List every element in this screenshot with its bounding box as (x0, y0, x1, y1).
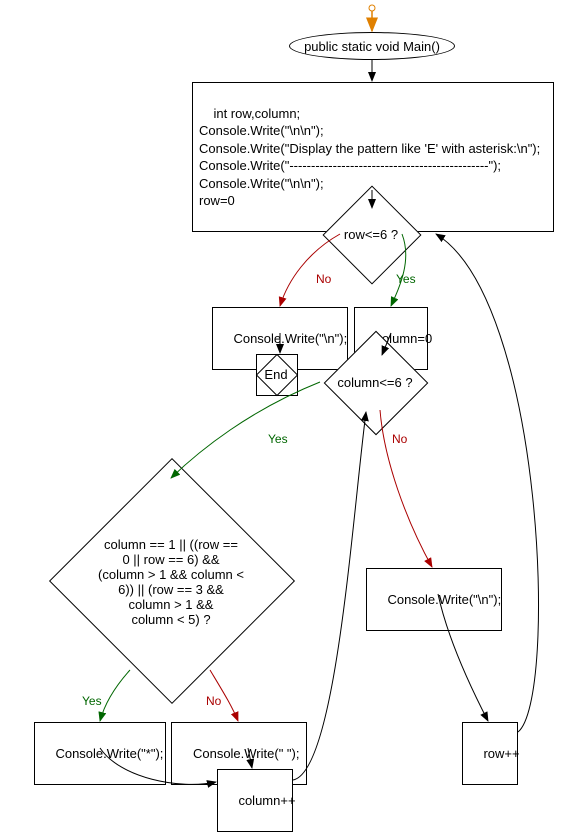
flow-start: public static void Main() (289, 32, 455, 60)
flow-col-inc: column++ (217, 769, 293, 832)
flow-row-newline-label: Console.Write("\n"); (387, 592, 501, 607)
flow-col-inc-label: column++ (238, 793, 295, 808)
flow-final-newline-label: Console.Write("\n"); (233, 331, 347, 346)
flow-end: End (256, 354, 296, 394)
edge-label-col-yes: Yes (268, 432, 288, 446)
flow-dec-row: row<=6 ? (306, 206, 436, 262)
flow-row-inc: row++ (462, 722, 518, 785)
flow-dec-cond: column == 1 || ((row == 0 || row == 6) &… (40, 474, 302, 690)
flow-end-label: End (264, 367, 287, 382)
flow-row-newline: Console.Write("\n"); (366, 568, 502, 631)
edge-label-col-no: No (392, 432, 407, 446)
edge-label-cond-yes: Yes (82, 694, 102, 708)
flow-dec-cond-label: column == 1 || ((row == 0 || row == 6) &… (98, 537, 244, 627)
flow-row-inc-label: row++ (483, 746, 519, 761)
edge-label-cond-no: No (206, 694, 221, 708)
edge-label-row-yes: Yes (396, 272, 416, 286)
flow-dec-col: column<=6 ? (295, 354, 455, 410)
flow-write-star-label: Console.Write("*"); (55, 746, 163, 761)
edge-label-row-no: No (316, 272, 331, 286)
flow-dec-row-label: row<=6 ? (344, 227, 398, 242)
flow-write-space-label: Console.Write(" "); (193, 746, 300, 761)
flow-start-label: public static void Main() (304, 39, 440, 54)
flow-dec-col-label: column<=6 ? (337, 375, 412, 390)
flow-write-star: Console.Write("*"); (34, 722, 166, 785)
